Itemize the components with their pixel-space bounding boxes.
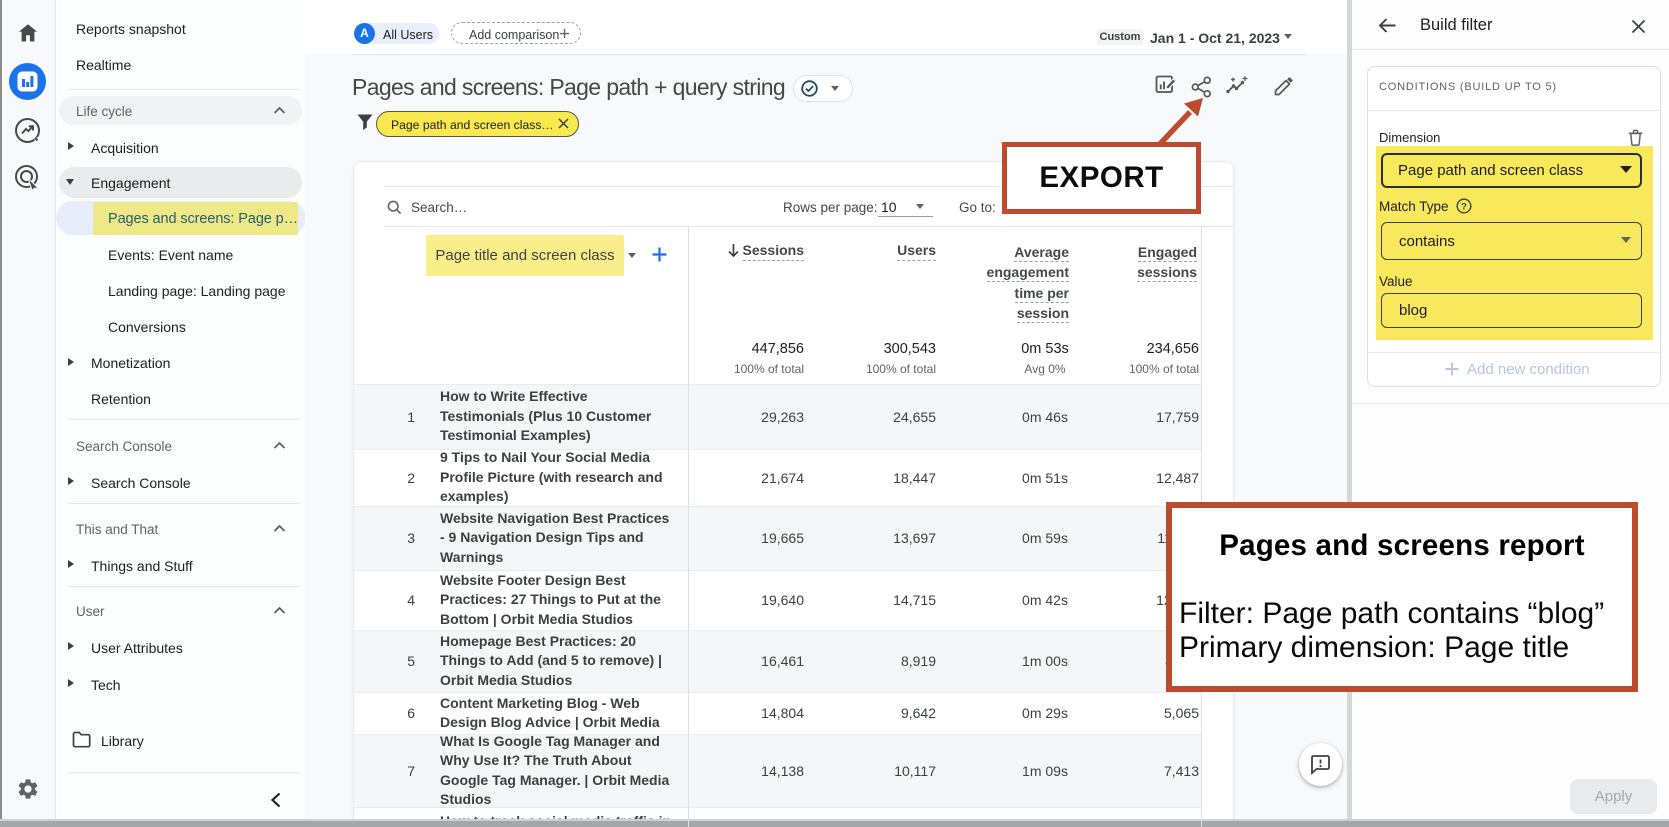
svg-text:?: ?	[1461, 201, 1467, 212]
